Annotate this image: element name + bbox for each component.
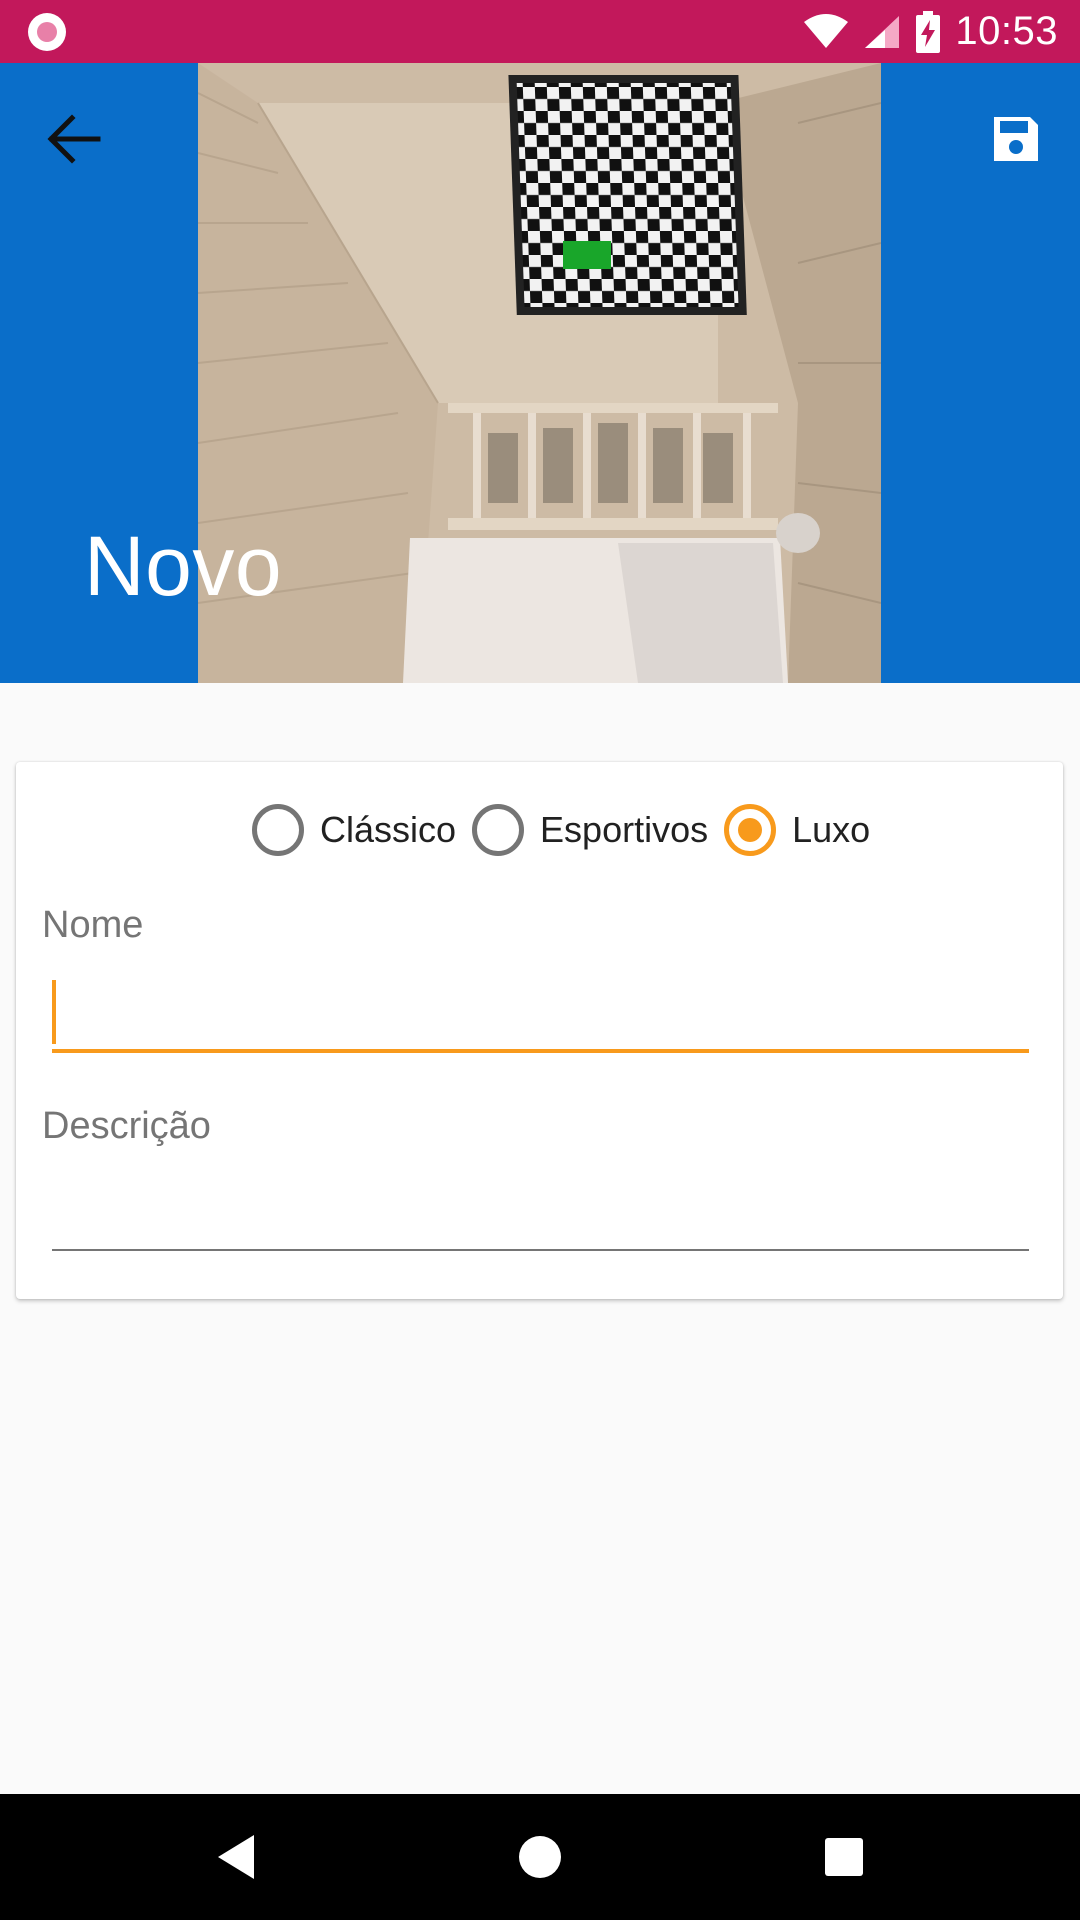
radio-esportivos[interactable]: Esportivos <box>472 804 708 856</box>
radio-label: Esportivos <box>540 809 709 850</box>
nav-home-button[interactable] <box>510 1827 570 1887</box>
radio-luxo[interactable]: Luxo <box>724 804 870 856</box>
header-image <box>198 63 881 683</box>
description-field-label: Descrição <box>42 1105 211 1147</box>
battery-charging-icon <box>916 10 941 53</box>
radio-button-unchecked-icon[interactable] <box>472 804 525 856</box>
status-icons: 10:53 <box>803 0 1058 63</box>
name-field-underline <box>52 1049 1029 1053</box>
description-field-underline <box>52 1249 1029 1251</box>
wifi-icon <box>804 13 849 48</box>
name-field-label: Nome <box>42 904 144 946</box>
notification-icon <box>28 13 66 51</box>
save-icon <box>994 117 1038 161</box>
radio-label: Luxo <box>792 809 871 850</box>
category-radio-group: Clássico Esportivos Luxo <box>252 802 886 858</box>
radio-button-checked-icon[interactable] <box>724 804 777 856</box>
back-button[interactable] <box>38 103 110 175</box>
cell-signal-icon <box>865 15 900 48</box>
navigation-bar <box>0 1794 1080 1920</box>
back-triangle-icon <box>218 1835 254 1879</box>
nav-recents-button[interactable] <box>814 1827 874 1887</box>
arrow-back-icon <box>47 114 101 164</box>
status-bar: 10:53 <box>0 0 1080 63</box>
radio-label: Clássico <box>320 809 457 850</box>
status-time: 10:53 <box>955 9 1058 53</box>
save-button[interactable] <box>980 103 1052 175</box>
form-card: Clássico Esportivos Luxo Nome Descrição <box>16 762 1063 1299</box>
nav-back-button[interactable] <box>206 1827 266 1887</box>
app-header: Novo <box>0 63 1080 683</box>
home-circle-icon <box>519 1836 561 1878</box>
radio-button-unchecked-icon[interactable] <box>252 804 304 856</box>
room-photo <box>198 63 881 683</box>
recents-square-icon <box>825 1838 863 1876</box>
radio-classico[interactable]: Clássico <box>252 804 456 856</box>
name-field[interactable] <box>52 969 1029 1049</box>
description-field[interactable] <box>52 1170 1029 1250</box>
page-title: Novo <box>84 519 283 613</box>
